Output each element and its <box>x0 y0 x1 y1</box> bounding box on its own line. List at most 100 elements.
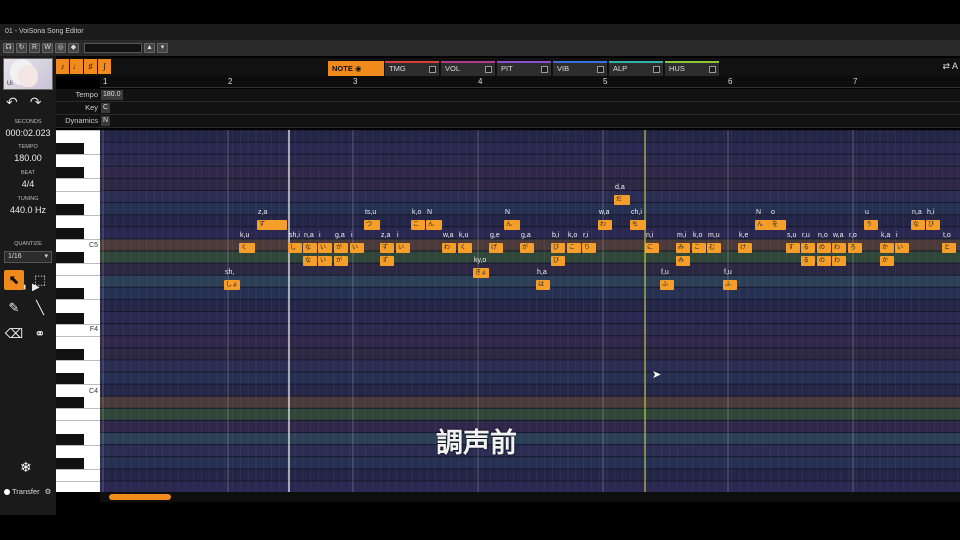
gear-icon[interactable]: ⚙ <box>45 487 52 496</box>
note-block[interactable]: び <box>551 256 565 266</box>
note-block[interactable]: く <box>239 243 255 253</box>
note-block[interactable]: び <box>551 243 565 253</box>
tab-vol[interactable]: VOL <box>441 61 495 76</box>
snowflake-icon[interactable]: ❄ <box>20 459 32 476</box>
black-key[interactable] <box>56 348 84 360</box>
note-block[interactable]: が <box>520 243 534 253</box>
piano-roll-grid[interactable]: ず z,a i つ ts,u こ k,o ん N ん N わ w,a ち ch,i ん N を o う u な n,a び h,… <box>100 130 960 492</box>
note-block[interactable]: の <box>817 243 831 253</box>
note-block[interactable]: う <box>864 220 878 230</box>
sharp-mode-icon[interactable]: ♯ <box>84 59 97 74</box>
timeline-ruler[interactable]: 1 2 3 4 5 6 7 <box>100 76 960 88</box>
loop-icon[interactable]: ↻ <box>16 43 27 53</box>
layout-toggle-icon[interactable]: ⇄ A <box>942 61 958 72</box>
position-field[interactable] <box>84 43 142 53</box>
note-block[interactable]: しょ <box>224 280 240 290</box>
note-block[interactable]: だ <box>614 195 630 205</box>
note-block[interactable]: が <box>334 243 348 253</box>
piano-keyboard[interactable]: C5 F4 C4 <box>56 130 100 492</box>
note-block[interactable]: な <box>303 243 317 253</box>
line-tool-icon[interactable]: ╲ <box>30 298 50 318</box>
write-button[interactable]: W <box>42 43 53 53</box>
scrollbar-thumb[interactable] <box>109 494 171 500</box>
note-block[interactable]: い <box>895 243 909 253</box>
black-key[interactable] <box>56 288 84 300</box>
note-block[interactable]: ん <box>504 220 520 230</box>
note-block[interactable]: ふ <box>660 280 674 290</box>
tab-pit[interactable]: PIT <box>497 61 551 76</box>
tab-vol-checkbox[interactable] <box>485 66 492 73</box>
note-block[interactable]: か <box>880 243 894 253</box>
tab-vib[interactable]: VIB <box>553 61 607 76</box>
tempo-track[interactable]: Tempo 180.0 <box>56 89 960 102</box>
note-block[interactable]: け <box>738 243 752 253</box>
select-tool-icon[interactable]: ⬉ <box>4 270 24 290</box>
note-block[interactable]: く <box>458 243 472 253</box>
eraser-icon[interactable]: ⌫ <box>4 324 24 344</box>
black-key[interactable] <box>56 252 84 264</box>
note-block[interactable]: わ <box>832 243 846 253</box>
note-block[interactable]: い <box>350 243 364 253</box>
record-icon[interactable]: ◎ <box>55 43 66 53</box>
tab-hus-checkbox[interactable] <box>709 66 716 73</box>
key-track-value[interactable]: C <box>101 103 111 113</box>
undo-icon[interactable]: ↶ <box>6 94 18 110</box>
note-block[interactable]: わ <box>442 243 456 253</box>
tab-alp[interactable]: ALP <box>609 61 663 76</box>
note-block[interactable]: い <box>318 243 332 253</box>
note-block[interactable]: ん <box>755 220 771 230</box>
dynamics-track[interactable]: Dynamics N <box>56 115 960 128</box>
note-block[interactable]: る <box>801 243 815 253</box>
note-block[interactable]: み <box>676 256 690 266</box>
tab-tmg-checkbox[interactable] <box>429 66 436 73</box>
black-key[interactable] <box>56 373 84 385</box>
link-icon[interactable]: ⚭ <box>30 324 50 344</box>
note-block[interactable]: ず <box>257 220 287 230</box>
dropdown-icon[interactable]: ▾ <box>157 43 168 53</box>
note-block[interactable]: を <box>770 220 786 230</box>
black-key[interactable] <box>56 433 84 445</box>
note-block[interactable]: と <box>942 243 956 253</box>
tempo-track-value[interactable]: 180.0 <box>101 90 123 100</box>
note-block[interactable]: い <box>396 243 410 253</box>
note-block[interactable]: ず <box>380 243 394 253</box>
note-block[interactable]: か <box>880 256 894 266</box>
note-block[interactable]: わ <box>598 220 612 230</box>
note-block[interactable]: す <box>786 243 800 253</box>
note-block[interactable]: は <box>536 280 550 290</box>
note-block[interactable]: こ <box>411 220 425 230</box>
headphone-icon[interactable]: ☊ <box>3 43 14 53</box>
spin-up-icon[interactable]: ▲ <box>144 43 155 53</box>
redo-icon[interactable]: ↷ <box>30 94 42 110</box>
black-key[interactable] <box>56 167 84 179</box>
quantize-select[interactable]: 1/16 ▾ <box>4 251 52 263</box>
black-key[interactable] <box>56 457 84 469</box>
note-block[interactable]: び <box>926 220 940 230</box>
note-block[interactable]: きょ <box>473 268 489 278</box>
tab-note[interactable]: NOTE ◉ <box>328 61 384 76</box>
note-block[interactable]: む <box>707 243 721 253</box>
range-select-icon[interactable]: ⬚ <box>30 270 50 290</box>
dynamics-track-value[interactable]: N <box>101 116 111 126</box>
note-block[interactable]: な <box>911 220 925 230</box>
tab-pit-checkbox[interactable] <box>541 66 548 73</box>
note-block[interactable]: こ <box>567 243 581 253</box>
tab-vib-checkbox[interactable] <box>597 66 604 73</box>
note-block[interactable]: ふ <box>723 280 737 290</box>
pitch-mode-icon[interactable]: ∫ <box>98 59 111 74</box>
tab-alp-checkbox[interactable] <box>653 66 660 73</box>
note-block[interactable]: こ <box>692 243 706 253</box>
note-block[interactable]: る <box>801 256 815 266</box>
voice-avatar[interactable]: Ui <box>3 58 53 90</box>
pencil-icon[interactable]: ✎ <box>4 298 24 318</box>
note-block[interactable]: り <box>582 243 596 253</box>
black-key[interactable] <box>56 397 84 409</box>
black-key[interactable] <box>56 227 84 239</box>
note-block[interactable]: ろ <box>848 243 862 253</box>
marker-icon[interactable]: ◆ <box>68 43 79 53</box>
note-block[interactable]: の <box>817 256 831 266</box>
tab-hus[interactable]: HUS <box>665 61 719 76</box>
transfer-toggle[interactable]: Transfer ⚙ <box>4 487 51 496</box>
tab-tmg[interactable]: TMG <box>385 61 439 76</box>
note-block[interactable]: つ <box>364 220 380 230</box>
